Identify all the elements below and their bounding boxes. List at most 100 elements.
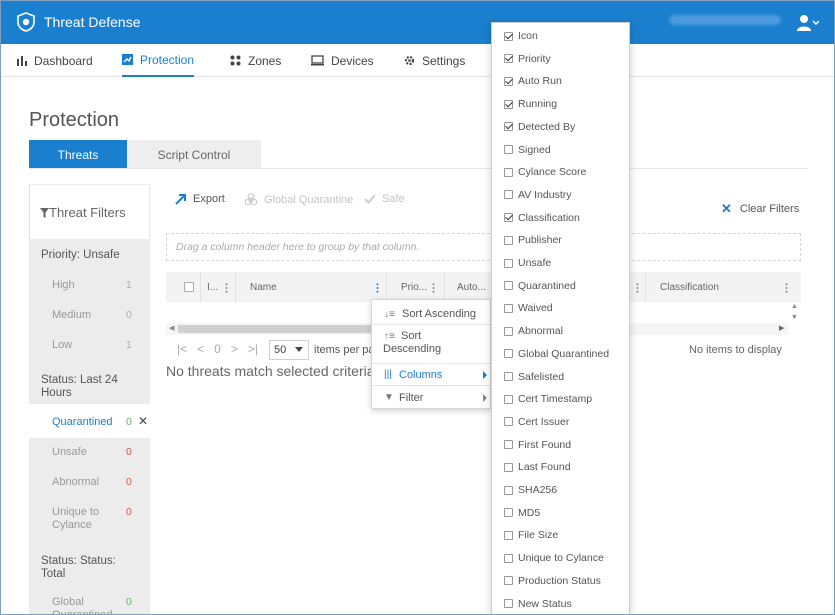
column-toggle-detected-by[interactable]: Detected By <box>504 120 575 134</box>
column-toggle-quarantined[interactable]: Quarantined <box>504 279 576 293</box>
global-quarantine-button[interactable]: Global Quarantine <box>244 193 353 207</box>
column-toggle-file-size[interactable]: File Size <box>504 528 558 542</box>
column-checkbox[interactable] <box>504 440 513 450</box>
column-toggle-classification[interactable]: Classification <box>504 211 580 225</box>
column-checkbox[interactable] <box>504 530 513 540</box>
scroll-up-icon[interactable]: ▲ <box>791 303 798 310</box>
filter-item-high[interactable]: High <box>52 279 75 292</box>
column-checkbox[interactable] <box>504 372 513 381</box>
column-checkbox[interactable] <box>504 508 513 518</box>
column-toggle-icon[interactable]: Icon <box>504 29 538 43</box>
column-header-name[interactable]: Name <box>250 272 277 302</box>
column-checkbox[interactable] <box>504 394 513 404</box>
column-toggle-safelisted[interactable]: Safelisted <box>504 370 564 384</box>
scrollbar-thumb[interactable] <box>178 325 378 333</box>
user-menu-icon[interactable] <box>797 14 819 32</box>
first-page-icon[interactable]: |< <box>177 342 187 356</box>
tab-script-control[interactable]: Script Control <box>127 140 261 169</box>
column-checkbox[interactable] <box>504 462 513 472</box>
column-checkbox[interactable] <box>504 235 513 245</box>
column-menu-icon[interactable] <box>225 283 228 293</box>
column-menu-icon[interactable] <box>636 283 639 293</box>
column-checkbox[interactable] <box>504 599 513 608</box>
no-items-label: No items to display <box>689 344 782 356</box>
column-toggle-waived[interactable]: Waived <box>504 301 553 315</box>
column-menu-icon[interactable] <box>785 283 788 293</box>
nav-protection[interactable]: Protection <box>122 44 195 77</box>
column-checkbox[interactable] <box>504 31 513 41</box>
column-checkbox[interactable] <box>504 213 513 223</box>
column-toggle-global-quarantined[interactable]: Global Quarantined <box>504 347 609 361</box>
column-checkbox[interactable] <box>504 167 513 177</box>
column-toggle-unique-to-cylance[interactable]: Unique to Cylance <box>504 551 604 565</box>
column-toggle-signed[interactable]: Signed <box>504 143 551 157</box>
column-checkbox[interactable] <box>504 553 513 563</box>
column-toggle-av-industry[interactable]: AV Industry <box>504 188 572 202</box>
column-checkbox[interactable] <box>504 349 513 359</box>
filter-item-unique[interactable]: Unique to Cylance <box>52 506 114 532</box>
column-menu-icon[interactable] <box>432 283 435 293</box>
column-toggle-abnormal[interactable]: Abnormal <box>504 324 563 338</box>
menu-sort-descending[interactable]: ↑≡ Sort Descending <box>372 330 490 360</box>
column-checkbox[interactable] <box>504 122 513 132</box>
clear-filters-button[interactable]: ✕ Clear Filters <box>721 201 799 217</box>
column-toggle-cert-timestamp[interactable]: Cert Timestamp <box>504 392 592 406</box>
column-toggle-cert-issuer[interactable]: Cert Issuer <box>504 415 569 429</box>
column-checkbox[interactable] <box>504 281 513 291</box>
column-checkbox[interactable] <box>504 485 513 495</box>
column-checkbox[interactable] <box>504 326 513 336</box>
column-checkbox[interactable] <box>504 145 513 154</box>
scroll-down-icon[interactable]: ▼ <box>791 314 798 321</box>
column-checkbox[interactable] <box>504 417 513 427</box>
scroll-left-icon[interactable]: ◀ <box>169 324 174 332</box>
column-checkbox[interactable] <box>504 190 513 200</box>
column-toggle-publisher[interactable]: Publisher <box>504 233 562 247</box>
filter-item-unsafe[interactable]: Unsafe <box>52 446 87 459</box>
column-checkbox[interactable] <box>504 76 513 86</box>
column-checkbox[interactable] <box>504 576 513 586</box>
column-header-priority[interactable]: Prio... <box>401 272 427 302</box>
column-toggle-production-status[interactable]: Production Status <box>504 574 601 588</box>
column-toggle-new-status[interactable]: New Status <box>504 597 572 611</box>
export-button[interactable]: Export <box>175 193 225 205</box>
column-toggle-last-found[interactable]: Last Found <box>504 460 571 474</box>
column-toggle-auto-run[interactable]: Auto Run <box>504 74 562 88</box>
column-toggle-running[interactable]: Running <box>504 97 557 111</box>
nav-devices[interactable]: Devices <box>311 44 374 77</box>
column-header-auto-run[interactable]: Auto... <box>457 272 486 302</box>
column-toggle-first-found[interactable]: First Found <box>504 438 571 452</box>
column-toggle-label: Production Status <box>518 574 601 587</box>
column-toggle-cylance-score[interactable]: Cylance Score <box>504 165 586 179</box>
nav-settings[interactable]: Settings <box>404 44 465 77</box>
group-by-drop-zone[interactable]: Drag a column header here to group by th… <box>166 233 801 261</box>
column-checkbox[interactable] <box>504 258 513 268</box>
filter-item-global-quarantined[interactable]: Global Quarantined <box>52 596 122 614</box>
filter-item-low[interactable]: Low <box>52 339 72 352</box>
scroll-right-arrow-icon[interactable]: ▶ <box>779 324 784 332</box>
safe-button[interactable]: Safe <box>364 193 405 205</box>
column-header-icon[interactable]: I... <box>207 272 218 302</box>
filter-item-medium[interactable]: Medium <box>52 309 91 322</box>
column-checkbox[interactable] <box>504 99 513 109</box>
column-toggle-sha256[interactable]: SHA256 <box>504 483 557 497</box>
last-page-icon[interactable]: >| <box>248 342 258 356</box>
nav-zones[interactable]: Zones <box>230 44 281 77</box>
column-checkbox[interactable] <box>504 54 513 64</box>
column-toggle-unsafe[interactable]: Unsafe <box>504 256 551 270</box>
nav-dashboard[interactable]: Dashboard <box>17 44 93 77</box>
page-size-select[interactable]: 50 <box>269 340 309 360</box>
filter-item-abnormal[interactable]: Abnormal <box>52 476 99 489</box>
prev-page-icon[interactable]: < <box>197 342 204 356</box>
tab-threats[interactable]: Threats <box>29 140 127 169</box>
shield-logo-icon <box>17 12 35 32</box>
clear-filter-icon[interactable]: ✕ <box>138 414 148 428</box>
filter-item-quarantined[interactable]: Quarantined <box>52 416 113 429</box>
column-toggle-md5[interactable]: MD5 <box>504 506 540 520</box>
next-page-icon[interactable]: > <box>231 342 238 356</box>
column-menu-icon[interactable] <box>376 283 379 293</box>
select-all-checkbox[interactable] <box>184 282 194 292</box>
column-toggle-priority[interactable]: Priority <box>504 52 551 66</box>
column-header-classification[interactable]: Classification <box>660 272 719 302</box>
column-checkbox[interactable] <box>504 303 513 313</box>
filter-icon <box>40 208 49 218</box>
